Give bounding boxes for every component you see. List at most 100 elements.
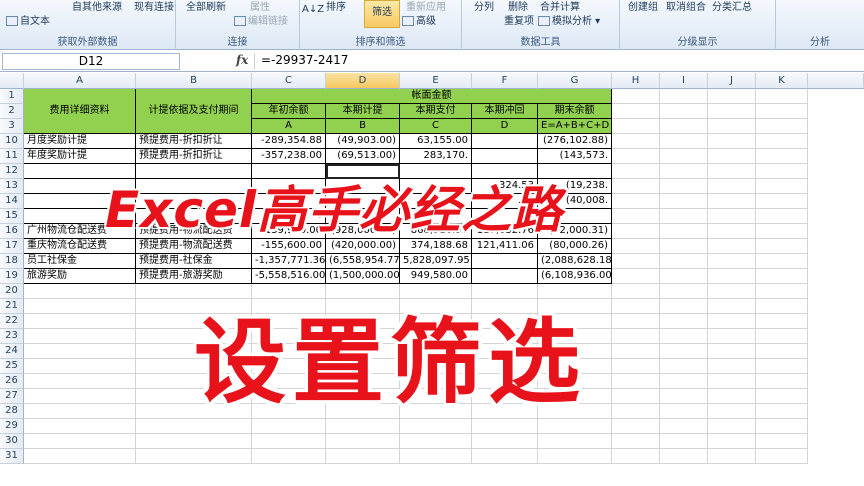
- empty-cell[interactable]: [400, 434, 472, 449]
- empty-cell[interactable]: [708, 404, 756, 419]
- row-header[interactable]: 31: [0, 449, 24, 464]
- row-header[interactable]: 25: [0, 359, 24, 374]
- empty-cell[interactable]: [24, 299, 136, 314]
- empty-cell[interactable]: [326, 284, 400, 299]
- name-box[interactable]: D12: [2, 53, 180, 70]
- empty-cell[interactable]: [660, 254, 708, 269]
- empty-cell[interactable]: [756, 209, 808, 224]
- empty-cell[interactable]: [472, 284, 538, 299]
- empty-cell[interactable]: [756, 374, 808, 389]
- empty-cell[interactable]: [24, 419, 136, 434]
- data-cell[interactable]: 283,170.: [400, 149, 472, 164]
- sort-az-button[interactable]: A↓Z: [302, 4, 324, 15]
- row-header[interactable]: 1: [0, 89, 24, 104]
- data-cell[interactable]: 预提费用-社保金: [136, 254, 252, 269]
- empty-cell[interactable]: [660, 389, 708, 404]
- empty-cell[interactable]: [24, 284, 136, 299]
- data-cell[interactable]: 63,155.00: [400, 134, 472, 149]
- empty-cell[interactable]: [538, 284, 612, 299]
- from-other-sources-button[interactable]: 自其他来源: [72, 0, 122, 13]
- empty-cell[interactable]: [24, 359, 136, 374]
- data-cell[interactable]: (6,108,936.00): [538, 269, 612, 284]
- row-header[interactable]: 12: [0, 164, 24, 179]
- row-header[interactable]: 26: [0, 374, 24, 389]
- empty-cell[interactable]: [660, 89, 708, 104]
- fx-icon[interactable]: fx: [236, 53, 248, 67]
- empty-cell[interactable]: [660, 329, 708, 344]
- data-cell[interactable]: (49,903.00): [326, 134, 400, 149]
- empty-cell[interactable]: [660, 269, 708, 284]
- row-header[interactable]: 28: [0, 404, 24, 419]
- data-cell[interactable]: (276,102.88): [538, 134, 612, 149]
- existing-connections-button[interactable]: 现有连接: [134, 0, 174, 13]
- empty-cell[interactable]: [708, 104, 756, 119]
- empty-cell[interactable]: [708, 239, 756, 254]
- empty-cell[interactable]: [326, 434, 400, 449]
- data-cell[interactable]: 预提费用-折扣折让: [136, 149, 252, 164]
- empty-cell[interactable]: [708, 254, 756, 269]
- empty-cell[interactable]: [708, 194, 756, 209]
- empty-cell[interactable]: [612, 299, 660, 314]
- column-header-E[interactable]: E: [400, 73, 472, 89]
- data-cell[interactable]: (2,088,628.18): [538, 254, 612, 269]
- empty-cell[interactable]: [400, 419, 472, 434]
- empty-cell[interactable]: [708, 209, 756, 224]
- empty-cell[interactable]: [708, 134, 756, 149]
- empty-cell[interactable]: [660, 194, 708, 209]
- column-header-C[interactable]: C: [252, 73, 326, 89]
- empty-cell[interactable]: [538, 434, 612, 449]
- empty-cell[interactable]: [612, 329, 660, 344]
- empty-cell[interactable]: [400, 284, 472, 299]
- row-header[interactable]: 29: [0, 419, 24, 434]
- empty-cell[interactable]: [538, 449, 612, 464]
- row-header[interactable]: 27: [0, 389, 24, 404]
- empty-cell[interactable]: [326, 419, 400, 434]
- data-cell[interactable]: 员工社保金: [24, 254, 136, 269]
- data-cell[interactable]: -357,238.00: [252, 149, 326, 164]
- empty-cell[interactable]: [756, 134, 808, 149]
- data-cell[interactable]: -5,558,516.00: [252, 269, 326, 284]
- empty-cell[interactable]: [612, 344, 660, 359]
- empty-cell[interactable]: [252, 419, 326, 434]
- empty-cell[interactable]: [756, 359, 808, 374]
- empty-cell[interactable]: [708, 149, 756, 164]
- empty-cell[interactable]: [660, 284, 708, 299]
- data-cell[interactable]: 月度奖励计提: [24, 134, 136, 149]
- from-text-button[interactable]: 自文本: [6, 12, 50, 27]
- empty-cell[interactable]: [472, 419, 538, 434]
- empty-cell[interactable]: [660, 119, 708, 134]
- empty-cell[interactable]: [612, 119, 660, 134]
- empty-cell[interactable]: [660, 224, 708, 239]
- subtotal-button[interactable]: 分类汇总: [712, 0, 752, 13]
- row-header[interactable]: 3: [0, 119, 24, 134]
- empty-cell[interactable]: [24, 329, 136, 344]
- filter-button[interactable]: 筛选: [364, 0, 400, 28]
- data-cell[interactable]: 949,580.00: [400, 269, 472, 284]
- empty-cell[interactable]: [708, 284, 756, 299]
- text-to-columns-button[interactable]: 分列: [474, 0, 494, 13]
- empty-cell[interactable]: [756, 239, 808, 254]
- empty-cell[interactable]: [612, 449, 660, 464]
- empty-cell[interactable]: [708, 419, 756, 434]
- data-cell[interactable]: 5,828,097.95: [400, 254, 472, 269]
- empty-cell[interactable]: [708, 434, 756, 449]
- empty-cell[interactable]: [612, 404, 660, 419]
- empty-cell[interactable]: [400, 449, 472, 464]
- formula-input[interactable]: =-29937-2417: [254, 53, 864, 70]
- empty-cell[interactable]: [660, 404, 708, 419]
- data-cell[interactable]: 旅游奖励: [24, 269, 136, 284]
- empty-cell[interactable]: [708, 389, 756, 404]
- row-header[interactable]: 20: [0, 284, 24, 299]
- data-cell[interactable]: (69,513.00): [326, 149, 400, 164]
- empty-cell[interactable]: [756, 89, 808, 104]
- empty-cell[interactable]: [708, 314, 756, 329]
- empty-cell[interactable]: [756, 119, 808, 134]
- duplicates-label[interactable]: 重复项: [504, 12, 534, 27]
- empty-cell[interactable]: [326, 449, 400, 464]
- empty-cell[interactable]: [612, 359, 660, 374]
- empty-cell[interactable]: [708, 359, 756, 374]
- empty-cell[interactable]: [756, 389, 808, 404]
- empty-cell[interactable]: [756, 419, 808, 434]
- empty-cell[interactable]: [472, 449, 538, 464]
- empty-cell[interactable]: [612, 374, 660, 389]
